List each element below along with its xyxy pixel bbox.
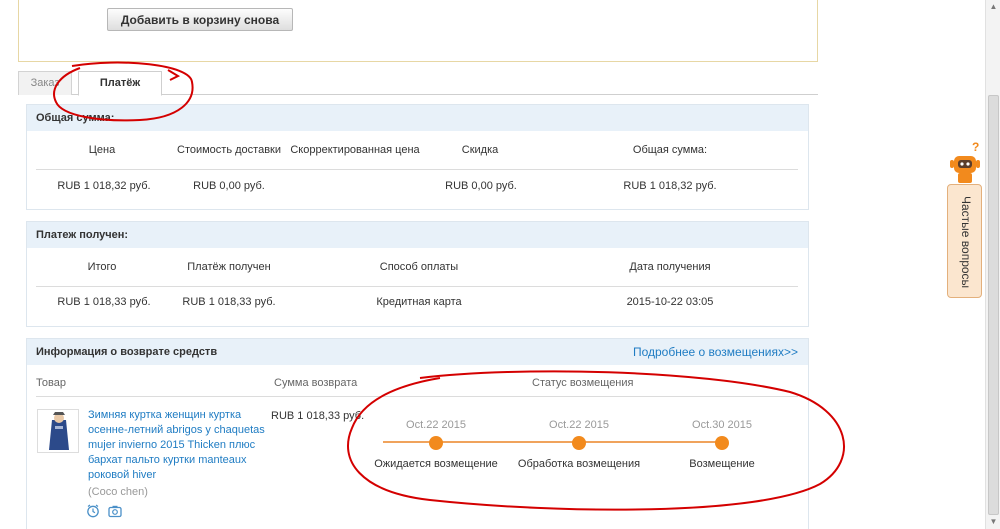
camera-icon[interactable] bbox=[108, 504, 122, 518]
total-header-adjusted: Скорректированная цена bbox=[290, 144, 420, 156]
status-date-refunded: Oct.30 2015 bbox=[692, 419, 752, 431]
divider bbox=[36, 396, 798, 397]
status-label-processing: Обработка возмещения bbox=[517, 458, 641, 470]
payment-value-date: 2015-10-22 03:05 bbox=[626, 296, 714, 308]
total-panel: Общая сумма: Цена Стоимость доставки Ско… bbox=[26, 104, 809, 210]
scroll-up-icon[interactable]: ▲ bbox=[986, 0, 1000, 14]
refund-info-panel: Информация о возврате средств Подробнее … bbox=[26, 338, 809, 529]
total-value-shipping: RUB 0,00 руб. bbox=[193, 180, 265, 192]
payment-header-received: Платёж получен bbox=[187, 261, 271, 273]
total-value-sum: RUB 1 018,32 руб. bbox=[623, 180, 717, 192]
total-header-price: Цена bbox=[88, 144, 116, 156]
divider bbox=[36, 169, 798, 170]
payment-received-panel: Платеж получен: Итого Платёж получен Спо… bbox=[26, 221, 809, 327]
refund-col-amount: Сумма возврата bbox=[274, 377, 358, 389]
refund-col-product: Товар bbox=[36, 377, 66, 389]
status-label-pending: Ожидается возмещение bbox=[374, 458, 498, 470]
seller-name: (Coco chen) bbox=[88, 486, 148, 498]
payment-header-method: Способ оплаты bbox=[379, 261, 459, 273]
payment-value-method: Кредитная карта bbox=[376, 296, 462, 308]
status-date-pending: Oct.22 2015 bbox=[406, 419, 466, 431]
svg-text:?: ? bbox=[972, 140, 979, 154]
payment-header-date: Дата получения bbox=[629, 261, 711, 273]
refund-amount: RUB 1 018,33 руб. bbox=[271, 410, 365, 422]
total-panel-title: Общая сумма: bbox=[27, 105, 808, 131]
total-value-discount: RUB 0,00 руб. bbox=[445, 180, 517, 192]
status-label-refunded: Возмещение bbox=[689, 458, 755, 470]
scroll-down-icon[interactable]: ▼ bbox=[986, 515, 1000, 529]
status-date-processing: Oct.22 2015 bbox=[549, 419, 609, 431]
faq-label: Частые вопросы bbox=[959, 195, 973, 289]
helper-robot-icon[interactable]: ? bbox=[948, 140, 982, 186]
payment-value-received: RUB 1 018,33 руб. bbox=[182, 296, 276, 308]
product-title-link[interactable]: Зимняя куртка женщин куртка осенне-летни… bbox=[88, 408, 266, 483]
page-scrollbar[interactable]: ▲ ▼ bbox=[985, 0, 1000, 529]
status-dot-pending bbox=[429, 436, 443, 450]
scrollbar-thumb[interactable] bbox=[988, 95, 999, 515]
payment-panel-title: Платеж получен: bbox=[27, 222, 808, 248]
total-header-shipping: Стоимость доставки bbox=[177, 144, 281, 156]
payment-header-total: Итого bbox=[87, 261, 117, 273]
total-value-price: RUB 1 018,32 руб. bbox=[57, 180, 151, 192]
tab-order[interactable]: Заказ bbox=[18, 71, 72, 95]
total-header-sum: Общая сумма: bbox=[632, 144, 708, 156]
tab-payment[interactable]: Платёж bbox=[78, 71, 162, 96]
status-dot-processing bbox=[572, 436, 586, 450]
order-tabs: Заказ Платёж bbox=[18, 71, 818, 96]
status-dot-refunded bbox=[715, 436, 729, 450]
payment-value-total: RUB 1 018,33 руб. bbox=[57, 296, 151, 308]
refund-col-status: Статус возмещения bbox=[532, 377, 634, 389]
faq-tab[interactable]: Частые вопросы bbox=[947, 184, 982, 298]
total-header-discount: Скидка bbox=[461, 144, 499, 156]
add-to-cart-again-button[interactable]: Добавить в корзину снова bbox=[107, 8, 293, 31]
refund-details-link[interactable]: Подробнее о возмещениях>> bbox=[633, 345, 798, 359]
divider bbox=[36, 286, 798, 287]
clock-icon[interactable] bbox=[86, 504, 100, 518]
product-thumbnail[interactable] bbox=[37, 409, 79, 453]
